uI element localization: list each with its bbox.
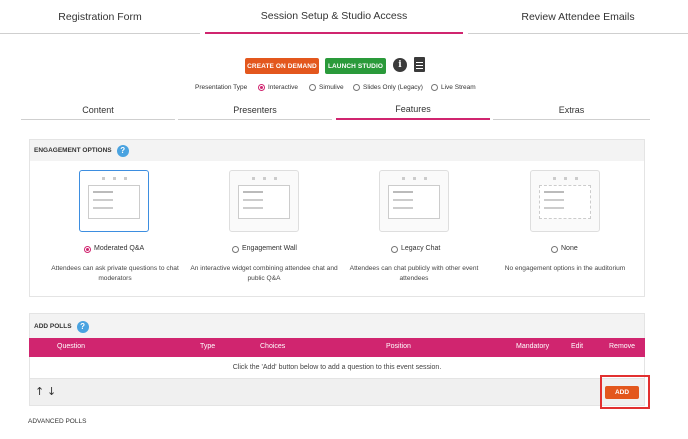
polls-table-header: Question Type Choices Position Mandatory… xyxy=(29,338,645,357)
radio-interactive[interactable] xyxy=(258,84,265,91)
tab-content[interactable]: Content xyxy=(21,100,175,120)
move-down-icon[interactable]: ↓ xyxy=(47,385,56,398)
help-icon[interactable]: ? xyxy=(116,144,129,157)
radio-legacy-chat[interactable] xyxy=(391,246,398,253)
add-polls-panel: ADD POLLS ? xyxy=(29,313,645,339)
polls-footer: ↑ ↓ xyxy=(29,378,645,406)
legacy-chat-label: Legacy Chat xyxy=(401,245,441,252)
session-actions: CREATE ON DEMAND LAUNCH STUDIO i xyxy=(0,57,688,75)
col-position: Position xyxy=(386,343,411,350)
none-description: No engagement options in the auditorium xyxy=(504,265,626,272)
engagement-options-title: ENGAGEMENT OPTIONS xyxy=(34,147,112,154)
polls-empty-message: Click the 'Add' button below to add a qu… xyxy=(29,357,645,378)
none-label: None xyxy=(561,245,578,252)
add-poll-button[interactable]: ADD xyxy=(605,386,639,399)
engagement-wall-description: An interactive widget combining attendee… xyxy=(190,265,338,282)
col-question: Question xyxy=(57,343,86,350)
step-review-attendee-emails[interactable]: Review Attendee Emails xyxy=(468,0,688,34)
wizard-steps: Registration Form Session Setup & Studio… xyxy=(0,0,688,34)
tab-features[interactable]: Features xyxy=(336,100,490,120)
tab-extras[interactable]: Extras xyxy=(493,100,650,120)
col-remove: Remove xyxy=(609,343,636,350)
add-polls-title: ADD POLLS xyxy=(34,323,72,330)
create-on-demand-button[interactable]: CREATE ON DEMAND xyxy=(245,58,319,74)
engagement-wall-thumbnail[interactable] xyxy=(229,170,299,232)
engagement-wall-label: Engagement Wall xyxy=(242,245,297,252)
radio-simulive-label: Simulive xyxy=(319,84,344,91)
presentation-type-label: Presentation Type xyxy=(195,84,248,91)
presentation-type: Presentation Type Interactive Simulive S… xyxy=(0,83,688,95)
col-choices: Choices xyxy=(260,343,286,350)
launch-studio-button[interactable]: LAUNCH STUDIO xyxy=(325,58,386,74)
advanced-polls-link[interactable]: ADVANCED POLLS xyxy=(28,418,86,425)
radio-live-stream-label: Live Stream xyxy=(441,84,476,91)
col-type: Type xyxy=(200,343,216,350)
radio-engagement-wall[interactable] xyxy=(232,246,239,253)
none-thumbnail[interactable] xyxy=(530,170,600,232)
moderated-qa-description: Attendees can ask private questions to c… xyxy=(51,265,179,282)
engagement-options-header: ENGAGEMENT OPTIONS ? xyxy=(30,140,644,161)
tab-presenters[interactable]: Presenters xyxy=(178,100,332,120)
radio-none[interactable] xyxy=(551,246,558,253)
col-edit: Edit xyxy=(571,343,584,350)
step-session-setup[interactable]: Session Setup & Studio Access xyxy=(205,0,463,34)
step-registration-form[interactable]: Registration Form xyxy=(0,0,200,34)
polls-help-icon[interactable]: ? xyxy=(76,320,89,333)
legacy-chat-thumbnail[interactable] xyxy=(379,170,449,232)
radio-simulive[interactable] xyxy=(309,84,316,91)
move-up-icon[interactable]: ↑ xyxy=(35,385,44,398)
legacy-chat-description: Attendees can chat publicly with other e… xyxy=(349,265,479,282)
radio-slides-only[interactable] xyxy=(353,84,360,91)
radio-interactive-label: Interactive xyxy=(268,84,298,91)
radio-live-stream[interactable] xyxy=(431,84,438,91)
document-icon[interactable] xyxy=(414,57,425,72)
col-mandatory: Mandatory xyxy=(516,343,550,350)
moderated-qa-label: Moderated Q&A xyxy=(94,245,145,252)
radio-slides-only-label: Slides Only (Legacy) xyxy=(363,84,423,91)
moderated-qa-thumbnail[interactable] xyxy=(79,170,149,232)
info-icon[interactable]: i xyxy=(393,58,407,72)
radio-moderated-qa[interactable] xyxy=(84,246,91,253)
add-polls-header: ADD POLLS ? xyxy=(30,314,644,339)
